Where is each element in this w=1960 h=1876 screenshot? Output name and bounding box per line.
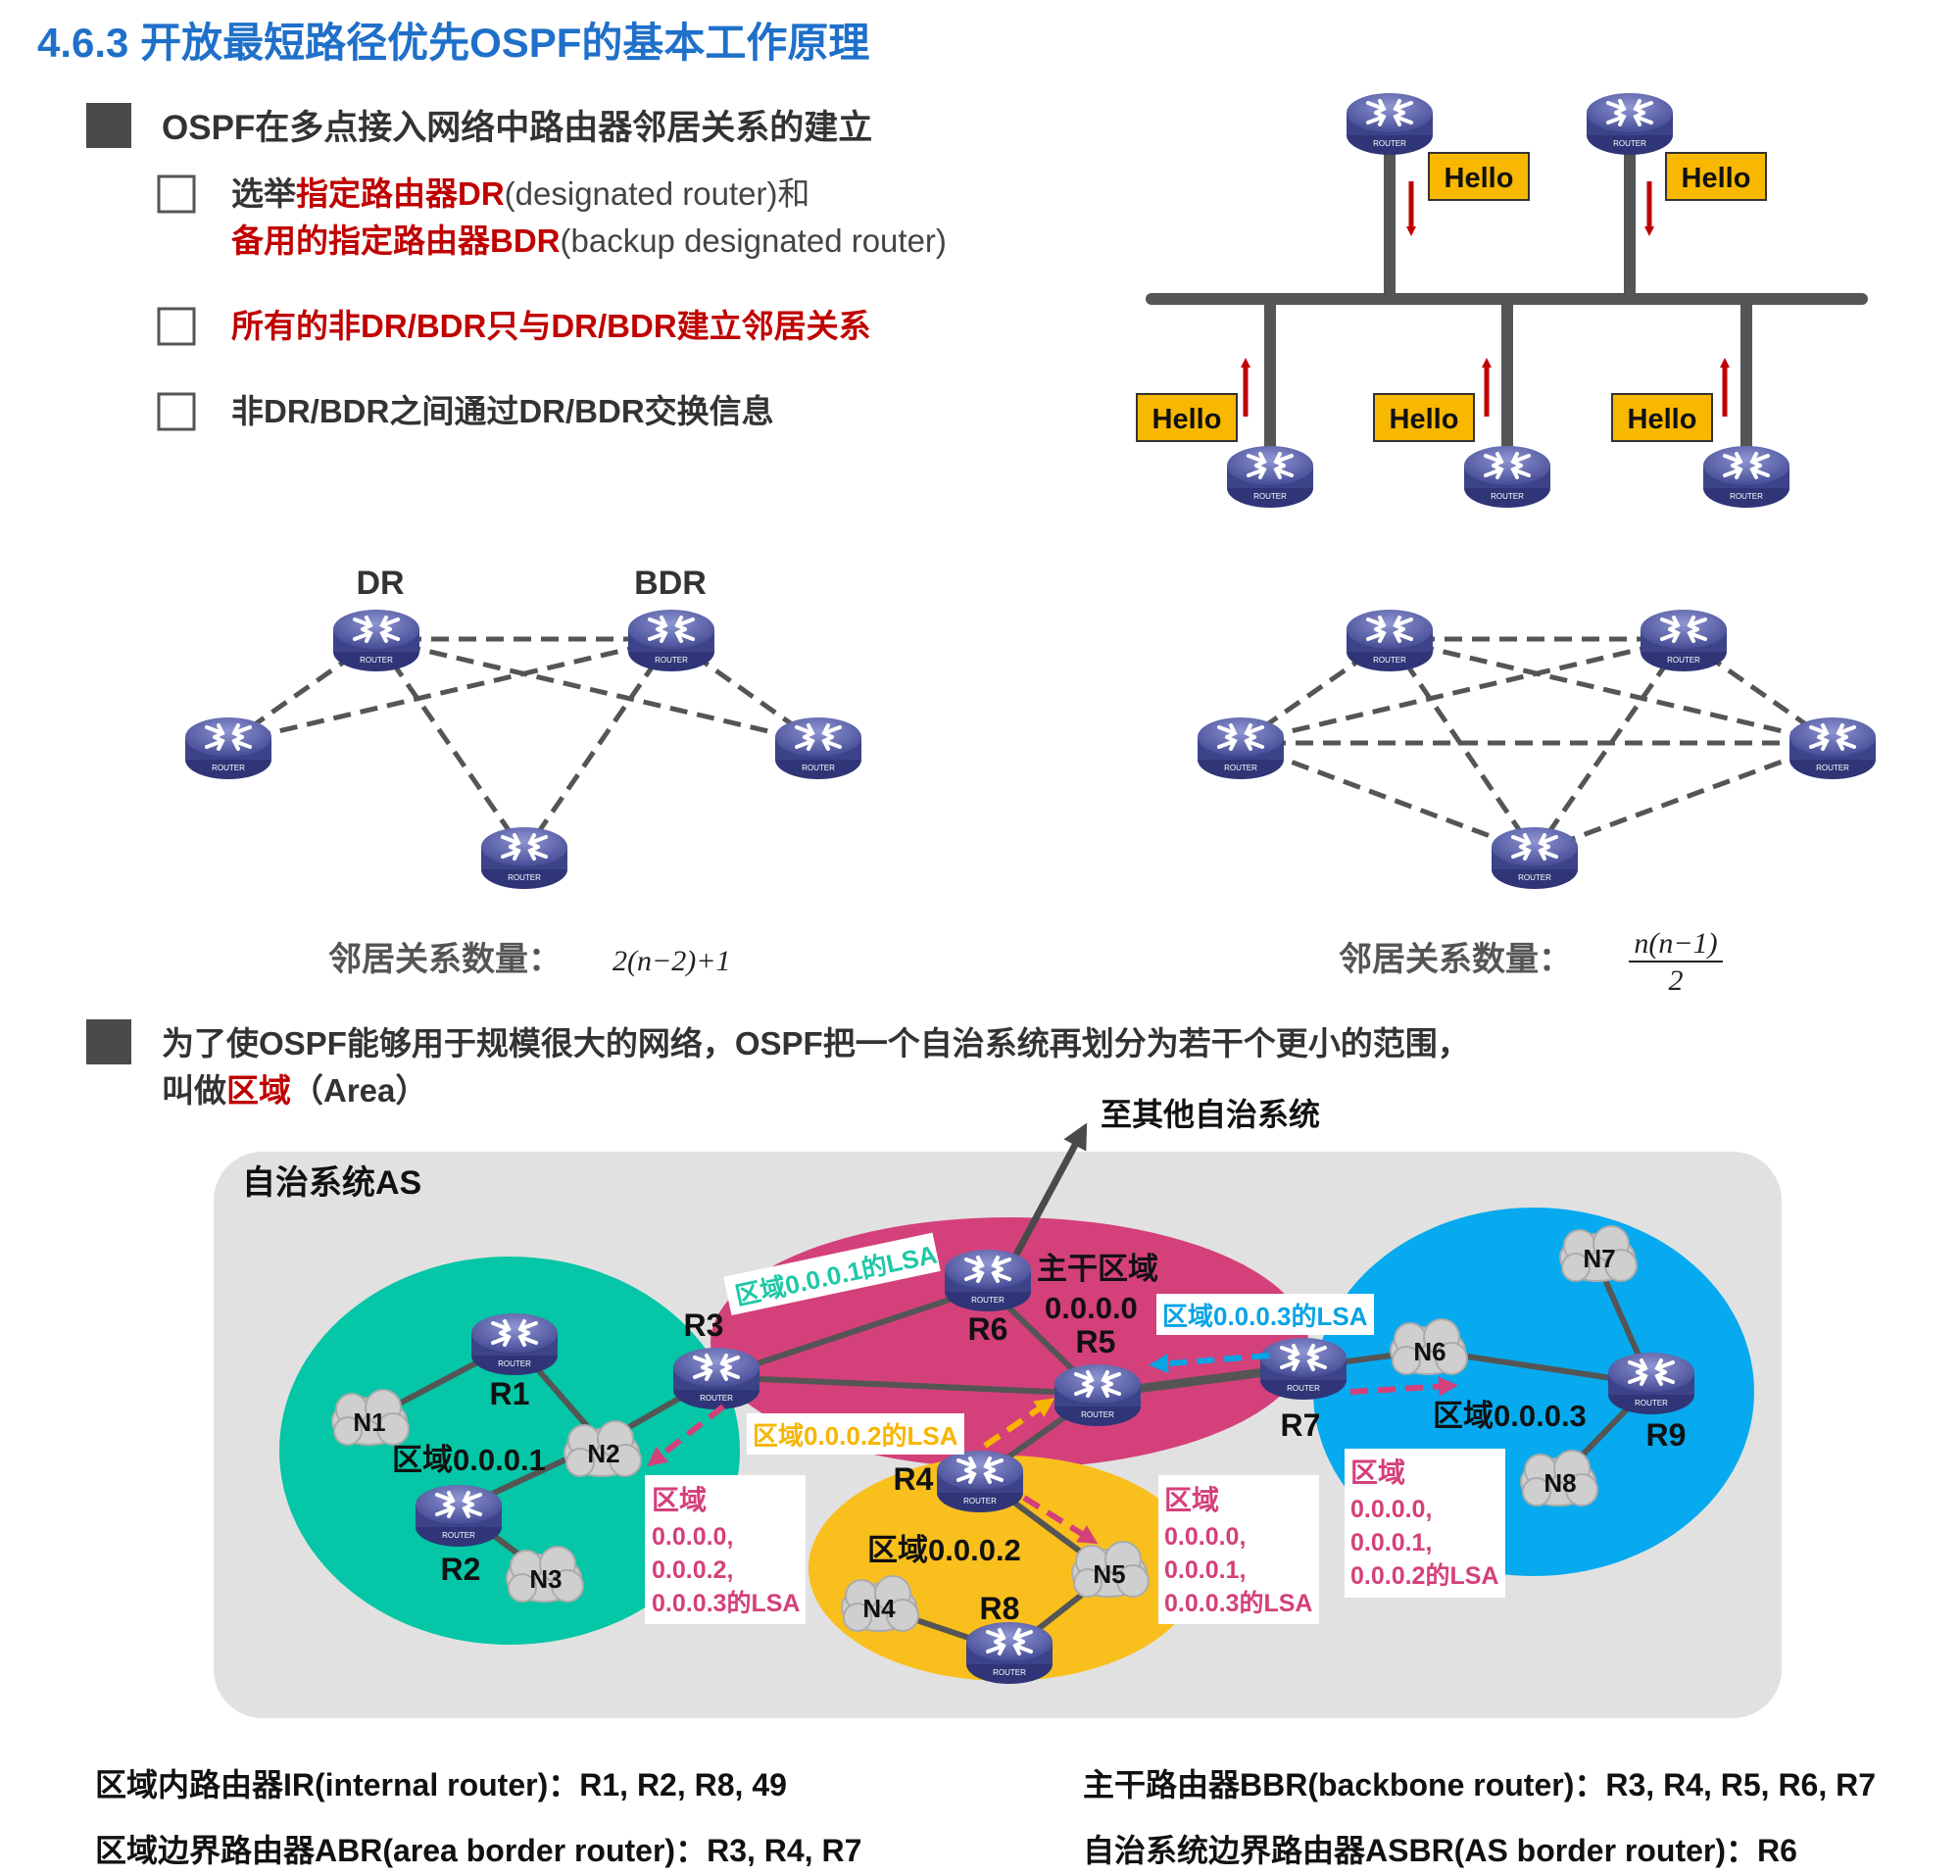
- lsa-box-r4-line: 区域: [1164, 1485, 1219, 1515]
- lsa-box-r7-line: 0.0.0.0,: [1350, 1496, 1432, 1523]
- router-label: R9: [1646, 1417, 1687, 1453]
- lsa-box-r4-line: 0.0.0.0,: [1164, 1523, 1246, 1551]
- lsa-area2-label: 区域0.0.0.2的LSA: [753, 1421, 958, 1451]
- item1-line2: 备用的指定路由器BDR(backup designated router): [231, 222, 947, 259]
- section2-line2: 叫做区域（Area）: [162, 1072, 427, 1109]
- area2-label: 区域0.0.0.2: [867, 1533, 1021, 1567]
- right-formula-denominator: 2: [1669, 964, 1684, 997]
- network-label: N6: [1413, 1337, 1446, 1366]
- item1-checkbox: [157, 174, 196, 214]
- ospf-slide: ROUTER 4.6.3 开放最短路径优先OSPF的基本工作原理 OSPF在多点…: [37, 20, 1878, 1868]
- router-label: R4: [894, 1461, 934, 1497]
- router-r5: [1053, 1362, 1143, 1428]
- hello-label: Hello: [1628, 404, 1697, 435]
- section1-heading: OSPF在多点接入网络中路由器邻居关系的建立: [162, 108, 872, 147]
- right-count-label: 邻居关系数量：: [1339, 941, 1572, 978]
- area1-label: 区域0.0.0.1: [392, 1443, 546, 1477]
- router-r1: [469, 1311, 560, 1377]
- lsa-box-r4-line: 0.0.0.1,: [1164, 1556, 1246, 1584]
- hello-router-bottom-3: [1701, 444, 1791, 510]
- as-diagram: 自治系统AS 至其他自治系统 N1 N2 N3 N4 N5 N6 N7 N8 R…: [214, 1097, 1782, 1718]
- abr-definition: 区域边界路由器ABR(area border router)：R3, R4, R…: [95, 1833, 861, 1868]
- router-r2: [414, 1483, 504, 1549]
- full-mesh-topology: 邻居关系数量： n(n−1) 2: [1196, 608, 1878, 997]
- item3-checkbox: [157, 392, 196, 431]
- right-formula-numerator: n(n−1): [1634, 927, 1717, 960]
- hello-label: Hello: [1152, 404, 1222, 435]
- hello-router-top-1: [1345, 91, 1435, 157]
- section2-bullet: [86, 1019, 131, 1064]
- section2-line1: 为了使OSPF能够用于规模很大的网络，OSPF把一个自治系统再划分为若干个更小的…: [162, 1025, 1470, 1061]
- lsa-box-r7-line: 0.0.0.1,: [1350, 1529, 1432, 1556]
- router-r6: [943, 1248, 1033, 1313]
- lsa-box-r7-line: 0.0.0.2的LSA: [1350, 1561, 1498, 1590]
- asbr-definition: 自治系统边界路由器ASBR(AS border router)：R6: [1083, 1833, 1797, 1868]
- router-label: R7: [1281, 1407, 1321, 1443]
- backbone-label: 0.0.0.0: [1045, 1291, 1138, 1325]
- lsa-area3-label: 区域0.0.0.3的LSA: [1162, 1302, 1368, 1331]
- router-label: R3: [684, 1308, 724, 1343]
- router-label: R8: [980, 1591, 1020, 1626]
- section1-bullet: [86, 103, 131, 148]
- item2-text: 所有的非DR/BDR只与DR/BDR建立邻居关系: [231, 308, 871, 344]
- left-count-label: 邻居关系数量：: [328, 941, 562, 978]
- bbr-definition: 主干路由器BBR(backbone router)：R3, R4, R5, R6…: [1083, 1767, 1876, 1802]
- item2-checkbox: [157, 307, 196, 346]
- area3-label: 区域0.0.0.3: [1433, 1399, 1587, 1433]
- lsa-box-r3-line: 区域: [652, 1485, 707, 1515]
- router-r7: [1258, 1336, 1348, 1402]
- hello-label: Hello: [1390, 404, 1459, 435]
- router-r3: [671, 1346, 761, 1411]
- network-label: N2: [587, 1439, 619, 1468]
- lsa-box-r4-line: 0.0.0.3的LSA: [1164, 1589, 1312, 1617]
- router-r4: [935, 1449, 1025, 1514]
- network-label: N3: [529, 1564, 562, 1594]
- router-label: R6: [968, 1311, 1008, 1347]
- network-label: N5: [1093, 1559, 1125, 1589]
- page-title: 4.6.3 开放最短路径优先OSPF的基本工作原理: [37, 20, 869, 66]
- router-label: R1: [490, 1376, 530, 1411]
- router-r9: [1606, 1351, 1696, 1416]
- router-r8: [964, 1620, 1054, 1686]
- hello-diagram: Hello Hello Hello Hello Hello: [1136, 91, 1868, 510]
- hello-router-top-2: [1585, 91, 1675, 157]
- as-label: 自治系统AS: [242, 1164, 421, 1202]
- left-formula: 2(n−2)+1: [612, 945, 730, 977]
- item3-text: 非DR/BDR之间通过DR/BDR交换信息: [231, 393, 774, 429]
- network-label: N7: [1583, 1244, 1615, 1273]
- dr-bdr-topology: DR BDR 邻居关系数量： 2(n−2)+1: [183, 565, 863, 978]
- backbone-label: 主干区域: [1037, 1252, 1158, 1286]
- item1-line1: 选举指定路由器DR(designated router)和: [231, 175, 810, 212]
- router-label: R2: [441, 1552, 481, 1587]
- hello-router-bottom-2: [1462, 444, 1552, 510]
- hello-label: Hello: [1682, 163, 1751, 194]
- network-label: N8: [1544, 1468, 1576, 1498]
- network-label: N4: [862, 1594, 896, 1623]
- lsa-box-r3-line: 0.0.0.2,: [652, 1556, 733, 1584]
- hello-router-bottom-1: [1225, 444, 1315, 510]
- lsa-box-r3-line: 0.0.0.3的LSA: [652, 1589, 800, 1617]
- router-label: R5: [1076, 1324, 1116, 1359]
- lsa-box-r7-line: 区域: [1350, 1457, 1405, 1488]
- dr-label: DR: [356, 565, 404, 602]
- to-other-as-label: 至其他自治系统: [1101, 1097, 1320, 1132]
- bdr-label: BDR: [634, 565, 707, 602]
- hello-label: Hello: [1445, 163, 1514, 194]
- network-label: N1: [353, 1407, 385, 1437]
- ir-definition: 区域内路由器IR(internal router)：R1, R2, R8, 49: [95, 1767, 787, 1802]
- lsa-box-r3-line: 0.0.0.0,: [652, 1523, 733, 1551]
